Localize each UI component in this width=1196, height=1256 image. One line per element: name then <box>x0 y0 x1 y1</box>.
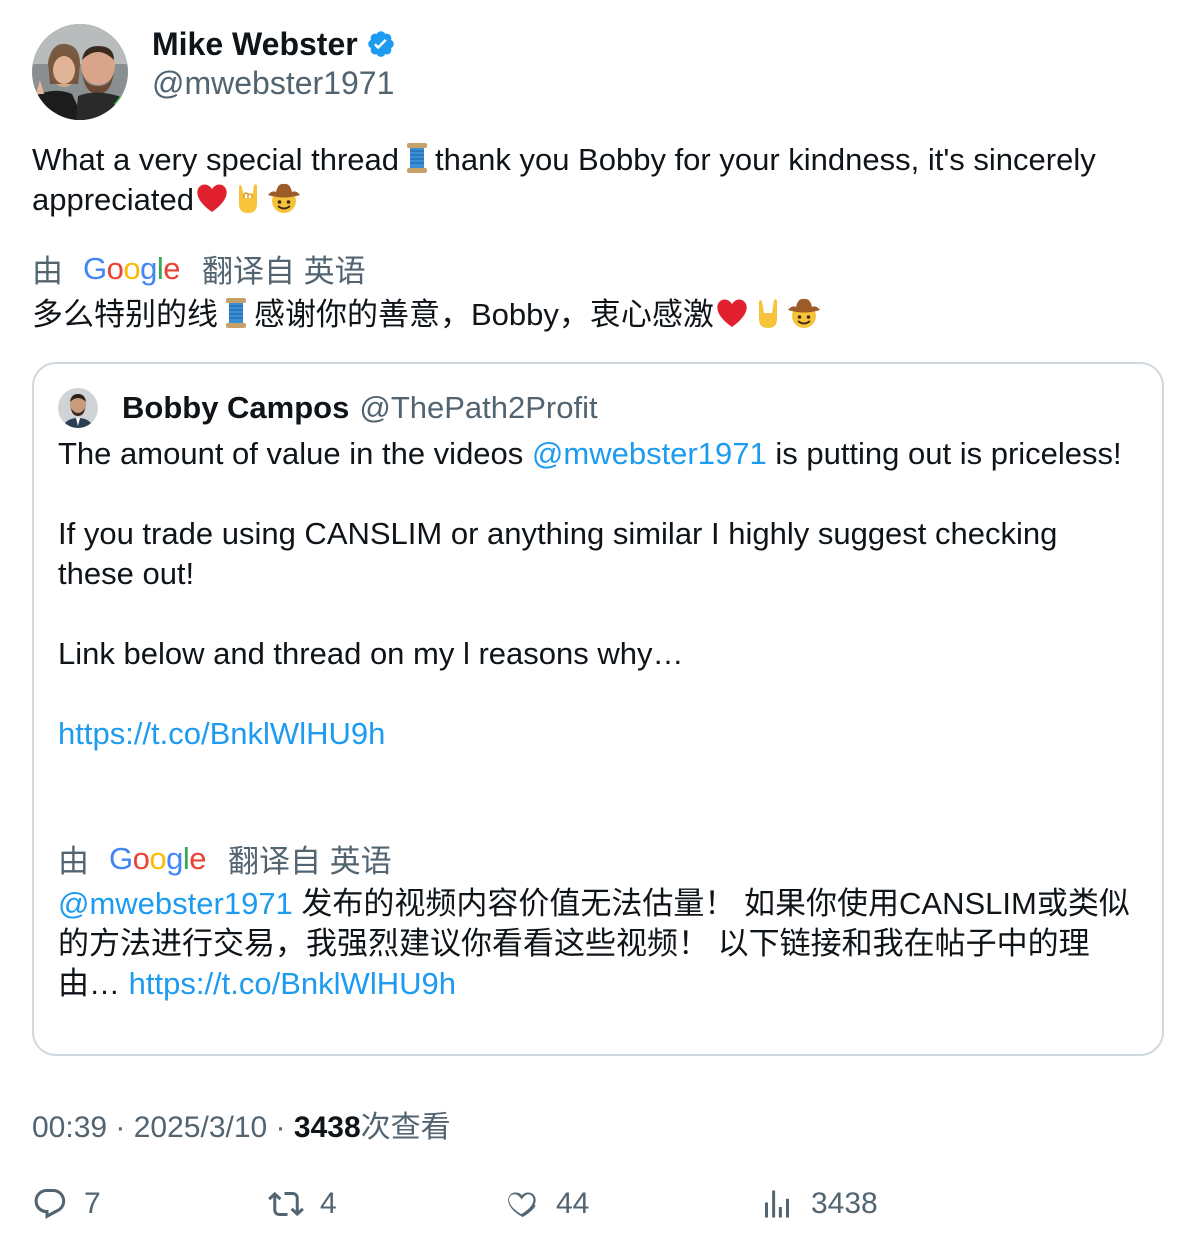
spool-emoji-icon <box>218 295 254 331</box>
quoted-author-avatar[interactable] <box>58 388 98 428</box>
google-logo: Google <box>83 250 181 286</box>
reply-icon <box>34 1189 66 1219</box>
translation-attribution: 由 Google 翻译自 英语 <box>32 246 366 291</box>
analytics-icon <box>765 1190 789 1218</box>
quoted-text-paragraph: If you trade using CANSLIM or anything s… <box>58 516 1058 591</box>
tweet-header: Mike Webster @mwebster1971 <box>32 24 396 120</box>
cowboy-face-emoji-icon <box>786 295 822 331</box>
retweet-button[interactable]: 4 <box>268 1186 337 1222</box>
retweet-count: 4 <box>320 1187 337 1220</box>
author-display-name[interactable]: Mike Webster <box>152 26 358 62</box>
meta-separator: · <box>107 1111 134 1144</box>
views-label: 次查看 <box>360 1111 451 1144</box>
reply-count: 7 <box>84 1187 101 1220</box>
tweet-text: What a very special thread thank you Bobb… <box>32 140 1172 220</box>
sign-of-horns-emoji-icon <box>230 180 266 216</box>
quoted-translation-attribution: 由 Google 翻译自 英语 <box>58 836 392 881</box>
translated-text-part: 多么特别的线 <box>32 297 218 332</box>
red-heart-emoji-icon <box>194 180 230 216</box>
author-avatar[interactable] <box>32 24 128 120</box>
quoted-author-display-name[interactable]: Bobby Campos <box>122 390 349 426</box>
tweet-time[interactable]: 00:39 <box>32 1111 107 1144</box>
quoted-tweet-text: The amount of value in the videos @mwebs… <box>58 434 1138 754</box>
quoted-translated-text: @mwebster1971 发布的视频内容价值无法估量！ 如果你使用CANSLI… <box>58 884 1148 1004</box>
quoted-author-handle[interactable]: @ThePath2Profit <box>359 390 597 426</box>
translated-tweet-text: 多么特别的线 感谢你的善意，Bobby，衷心感激 <box>32 294 822 336</box>
quoted-url-link[interactable]: https://t.co/BnklWlHU9h <box>129 966 456 1001</box>
mention-link[interactable]: @mwebster1971 <box>58 886 293 921</box>
views-button[interactable]: 3438 <box>759 1186 878 1222</box>
verified-badge-icon[interactable] <box>366 29 396 59</box>
cowboy-face-emoji-icon <box>266 180 302 216</box>
like-count: 44 <box>556 1187 590 1220</box>
tweet-actions-bar: 7 4 44 3438 <box>32 1186 1172 1234</box>
tweet-text-part: What a very special thread <box>32 142 400 177</box>
translated-text-part: 感谢你的善意，Bobby，衷心感激 <box>254 297 714 332</box>
red-heart-emoji-icon <box>714 295 750 331</box>
spool-emoji-icon <box>399 140 435 176</box>
translated-from-label: 翻译自 英语 <box>228 844 392 879</box>
sign-of-horns-emoji-icon <box>750 295 786 331</box>
author-handle[interactable]: @mwebster1971 <box>152 64 396 102</box>
heart-icon <box>508 1192 536 1218</box>
translated-by-label: 由 <box>58 844 89 879</box>
mention-link[interactable]: @mwebster1971 <box>532 436 767 471</box>
quoted-text-paragraph: Link below and thread on my l reasons wh… <box>58 636 684 671</box>
quoted-tweet-header: Bobby Campos @ThePath2Profit <box>58 388 598 428</box>
quoted-text-part: The amount of value in the videos <box>58 436 532 471</box>
tweet-meta: 00:39 · 2025/3/10 · 3438次查看 <box>32 1102 451 1146</box>
like-button[interactable]: 44 <box>504 1186 589 1222</box>
google-logo: Google <box>109 840 207 876</box>
retweet-icon <box>268 1191 304 1217</box>
translated-by-label: 由 <box>32 254 63 289</box>
view-count: 3438 <box>293 1111 361 1144</box>
quoted-url-link[interactable]: https://t.co/BnklWlHU9h <box>58 716 385 751</box>
reply-button[interactable]: 7 <box>32 1186 101 1222</box>
tweet-date[interactable]: 2025/3/10 <box>134 1111 267 1144</box>
quoted-tweet-card[interactable]: Bobby Campos @ThePath2Profit The amount … <box>32 362 1164 1056</box>
meta-separator: · <box>267 1111 294 1144</box>
views-action-count: 3438 <box>811 1187 878 1220</box>
translated-from-label: 翻译自 英语 <box>202 254 366 289</box>
quoted-text-part: is putting out is priceless! <box>766 436 1122 471</box>
